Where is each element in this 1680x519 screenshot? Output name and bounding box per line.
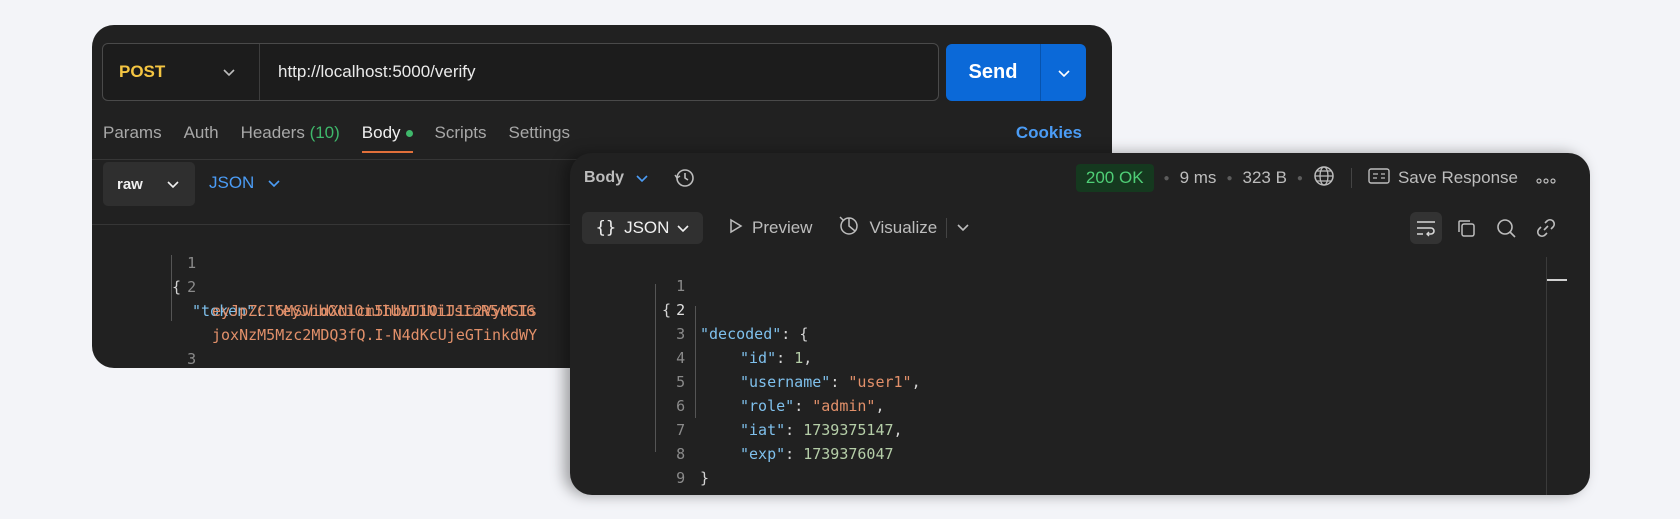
response-format-select[interactable]: {} JSON — [582, 212, 703, 244]
code-text: } — [662, 490, 671, 495]
tab-settings[interactable]: Settings — [509, 123, 570, 153]
body-indicator-dot — [405, 130, 413, 138]
cookies-link[interactable]: Cookies — [1016, 123, 1082, 143]
url-bar: POST http://localhost:5000/verify — [102, 43, 939, 101]
tab-auth[interactable]: Auth — [184, 123, 219, 153]
save-response-icon — [1368, 167, 1390, 190]
chevron-down-icon — [677, 218, 689, 238]
response-body-label: Body — [584, 169, 624, 186]
chevron-down-icon — [223, 64, 235, 80]
response-toolbar: {} JSON Preview Visualize — [582, 212, 969, 244]
braces-icon: {} — [595, 218, 617, 238]
status-badge: 200 OK — [1075, 164, 1154, 192]
code-line: 8 } — [570, 418, 1545, 487]
chevron-down-icon — [1057, 65, 1070, 81]
preview-play-icon — [729, 218, 743, 239]
tab-body[interactable]: Body — [361, 123, 413, 153]
send-button[interactable]: Send — [946, 44, 1040, 101]
response-panel: Body 200 OK ● 9 ms ● 323 B ● Save Respon… — [570, 153, 1590, 495]
body-format-label: JSON — [209, 173, 255, 192]
method-select[interactable]: POST — [103, 44, 260, 100]
globe-icon[interactable] — [1313, 165, 1335, 192]
visualize-icon — [838, 215, 860, 242]
divider — [946, 218, 948, 238]
response-meta: 200 OK ● 9 ms ● 323 B ● Save Response — [1075, 163, 1556, 193]
preview-button[interactable]: Preview — [729, 218, 812, 239]
chevron-down-icon — [167, 176, 179, 193]
separator-dot: ● — [1163, 172, 1170, 184]
tab-body-label: Body — [361, 123, 401, 142]
link-icon[interactable] — [1530, 212, 1562, 244]
chevron-down-icon[interactable] — [957, 219, 969, 237]
line-number: 9 — [676, 469, 686, 487]
separator-dot: ● — [1296, 172, 1303, 184]
more-icon[interactable] — [1536, 168, 1556, 189]
copy-icon[interactable] — [1450, 212, 1482, 244]
code-line: 5 "role": "admin", — [570, 346, 1545, 415]
visualize-button[interactable]: Visualize — [838, 215, 937, 242]
send-options-button[interactable] — [1040, 44, 1086, 101]
code-line: 1 { — [570, 250, 1545, 319]
wrap-lines-icon[interactable] — [1410, 212, 1442, 244]
body-mode-label: raw — [117, 175, 143, 193]
response-time: 9 ms — [1179, 168, 1217, 187]
tab-scripts[interactable]: Scripts — [435, 123, 487, 153]
send-button-group: Send — [946, 44, 1086, 101]
code-line: 3 "id": 1, — [570, 298, 1545, 367]
divider — [1350, 168, 1352, 188]
tab-params[interactable]: Params — [103, 123, 162, 153]
separator-dot: ● — [1226, 172, 1233, 184]
method-label: POST — [119, 62, 166, 81]
tab-headers-label: Headers — [240, 123, 305, 142]
response-actions — [1410, 212, 1562, 244]
body-format-select[interactable]: JSON — [209, 173, 280, 193]
response-format-label: JSON — [624, 218, 670, 237]
preview-label: Preview — [752, 218, 813, 237]
code-line: 4 "username": "user1", — [570, 322, 1545, 391]
response-body-viewer[interactable]: 1 { 2 "decoded": { 3 "id": 1, 4 "usernam… — [570, 250, 1545, 495]
search-icon[interactable] — [1490, 212, 1522, 244]
headers-count: (10) — [309, 123, 340, 142]
line-number: 3 — [187, 350, 197, 368]
code-text: } — [700, 469, 710, 487]
code-line: 9 } — [570, 442, 1545, 495]
body-mode-select[interactable]: raw — [103, 162, 195, 206]
save-response-button[interactable]: Save Response — [1368, 167, 1518, 190]
chevron-down-icon — [268, 175, 280, 191]
scrollbar-track[interactable] — [1546, 257, 1547, 495]
response-header: Body 200 OK ● 9 ms ● 323 B ● Save Respon… — [584, 163, 1578, 193]
code-line: 6 "iat": 1739375147, — [570, 370, 1545, 439]
save-response-label: Save Response — [1397, 168, 1518, 187]
code-line: 2 "decoded": { — [570, 274, 1545, 343]
chevron-down-icon[interactable] — [636, 171, 648, 186]
scrollbar-thumb[interactable] — [1547, 279, 1567, 281]
response-size: 323 B — [1242, 168, 1287, 187]
visualize-label: Visualize — [869, 218, 938, 237]
url-input[interactable]: http://localhost:5000/verify — [260, 62, 476, 82]
tab-headers[interactable]: Headers (10) — [241, 123, 340, 153]
code-line: 7 "exp": 1739376047 — [570, 394, 1545, 463]
history-icon[interactable] — [674, 167, 696, 189]
